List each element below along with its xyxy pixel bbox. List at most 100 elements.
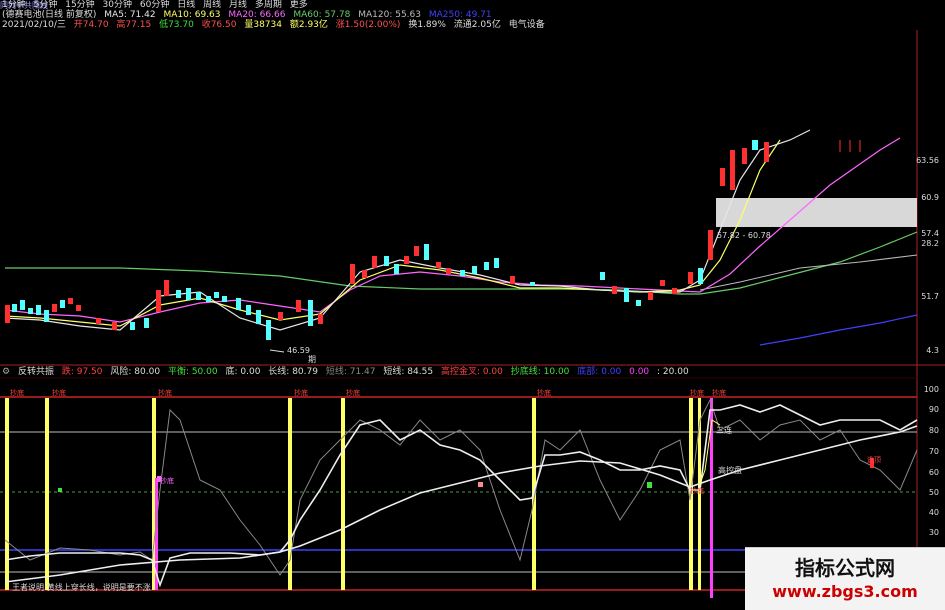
ma20-line (4, 137, 901, 323)
candle (28, 308, 33, 314)
candle (36, 305, 41, 315)
candle (246, 305, 251, 315)
buy-signal-label: 抄底 (294, 389, 308, 397)
indicator-value: 0.00 (629, 367, 650, 377)
candle (20, 300, 25, 310)
low-marker-pointer (269, 349, 285, 353)
signal-marker (58, 488, 62, 492)
indicator-axis-label: 60 (928, 468, 939, 477)
indicator-value: 底部: 0.00 (577, 367, 622, 377)
candle (144, 318, 149, 328)
gaokong-label: 高控盘 (718, 466, 742, 475)
indicator-value: 底: 0.00 (225, 367, 261, 377)
ma120-line (5, 231, 918, 295)
signal-marker (647, 482, 652, 488)
candle (52, 304, 57, 312)
candle (494, 258, 499, 268)
price-range-box (716, 198, 917, 227)
point-label: 抄底 (690, 487, 704, 495)
candle (698, 268, 703, 284)
candle (76, 305, 81, 311)
candle (414, 246, 419, 256)
candle (214, 292, 219, 298)
candle (256, 310, 261, 324)
ma5-line (4, 129, 811, 331)
candle (278, 312, 283, 320)
candle (460, 270, 465, 276)
candle (484, 262, 489, 270)
ma60-line (699, 254, 918, 291)
indicator-axis-label: 30 (928, 528, 939, 537)
candle (688, 272, 693, 284)
candle (68, 298, 73, 304)
indicator-value: 高控金叉: 0.00 (440, 367, 503, 377)
buy-signal-label: 抄底 (346, 389, 360, 397)
candle (130, 322, 135, 330)
indicator-axis-label: 100 (923, 385, 939, 394)
candle (156, 290, 161, 312)
candles-group (5, 140, 861, 340)
price-label: 28.2 (921, 239, 939, 248)
indicator-value: : 20.00 (657, 367, 689, 377)
indicator-axis-label: 80 (928, 426, 939, 435)
price-label: 51.7 (921, 292, 939, 301)
escape-label: 逃顶 (867, 456, 881, 464)
candle (764, 142, 769, 162)
candle (236, 298, 241, 310)
candle (176, 290, 181, 298)
candle (672, 288, 677, 294)
indicator-value: 短线: 84.55 (383, 367, 434, 377)
watermark-url: www.zbgs3.com (772, 582, 918, 601)
candle (12, 304, 17, 312)
indicator-value: 风险: 80.00 (110, 367, 161, 377)
candle (318, 314, 323, 324)
candle (384, 256, 389, 266)
candle (472, 266, 477, 274)
candle (530, 282, 535, 286)
sanlian-label: 三连 (716, 426, 732, 435)
signal-bar (45, 398, 49, 590)
indicator-value: 跌: 97.50 (61, 367, 103, 377)
indicator-value: 平衡: 50.00 (167, 367, 218, 377)
indicator-axis-label: 70 (928, 447, 939, 456)
indicator-value: 短线: 71.47 (325, 367, 376, 377)
candle (648, 292, 653, 300)
indicator-axis-label: 90 (928, 405, 939, 414)
low-price-marker: 期 (308, 355, 316, 364)
buy-signal-label: 抄底 (712, 389, 726, 397)
candle (372, 256, 377, 268)
ma250-line (759, 314, 918, 346)
candle (612, 286, 617, 294)
indicator-name[interactable]: 反转共振 (18, 367, 54, 377)
signal-marker (478, 482, 483, 487)
stock-chart-canvas (0, 30, 945, 609)
buy-signal-label: 抄底 (537, 389, 551, 397)
buy-signal-label: 抄底 (52, 389, 66, 397)
buy-signal-label: 抄底 (10, 389, 24, 397)
candle (164, 280, 169, 296)
candle (730, 150, 735, 190)
candle (720, 168, 725, 186)
candle (112, 322, 117, 330)
candle (436, 262, 441, 268)
candle (186, 288, 191, 300)
candle (206, 296, 211, 302)
candle (446, 268, 451, 274)
candle (636, 300, 641, 306)
indicator-value: 抄底线: 10.00 (510, 367, 570, 377)
candle (624, 288, 629, 302)
price-label: 4.3 (926, 346, 939, 355)
indicator-value: 长线: 80.79 (268, 367, 318, 377)
candle (196, 292, 201, 300)
indicator-header: ⚙ 反转共振 跌: 97.50 风险: 80.00 平衡: 50.00 底: 0… (2, 367, 694, 378)
candle (296, 300, 301, 312)
price-label: 60.9 (921, 193, 939, 202)
site-watermark: 指标公式网 www.zbgs3.com (745, 547, 945, 610)
price-label: 63.56 (916, 156, 939, 165)
candle (660, 280, 665, 286)
indicator-settings-icon[interactable]: ⚙ (2, 367, 10, 377)
price-label: 57.4 (921, 229, 939, 238)
candle (752, 140, 758, 150)
low-price-label: 46.59 (287, 346, 310, 355)
watermark-title: 指标公式网 (795, 556, 895, 580)
